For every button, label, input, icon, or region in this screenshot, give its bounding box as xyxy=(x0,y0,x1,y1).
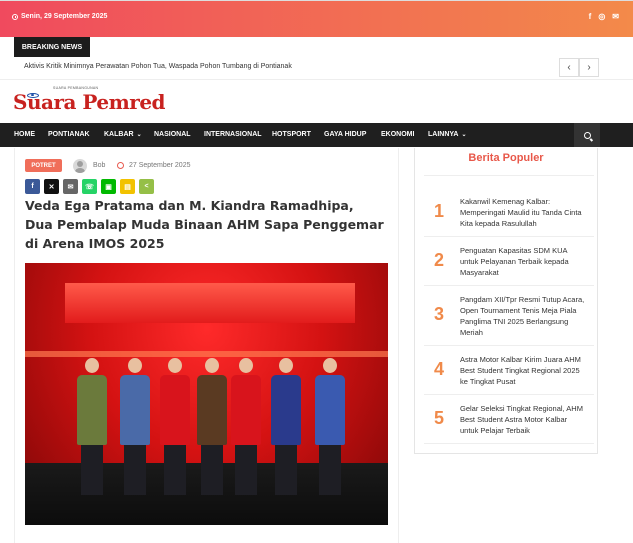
category-badge[interactable]: POTRET xyxy=(25,159,62,172)
clock-icon xyxy=(12,13,18,20)
x-share-icon[interactable]: ✕ xyxy=(44,179,59,194)
social-links: f ◎ ✉ xyxy=(589,12,619,22)
post-date: 27 September 2025 xyxy=(129,162,191,169)
logo-eye-icon xyxy=(27,93,39,98)
ticker-prev-button[interactable]: ‹ xyxy=(559,58,579,77)
breaking-news-headline[interactable]: Aktivis Kritik Minimnya Perawatan Pohon … xyxy=(24,63,292,70)
nav-gaya-hidup[interactable]: GAYA HIDUP xyxy=(324,123,366,147)
popular-item-rank: 3 xyxy=(434,304,445,324)
person-figure xyxy=(120,358,150,495)
person-figure xyxy=(197,358,227,495)
whatsapp-share-icon[interactable]: ☏ xyxy=(82,179,97,194)
clock-icon xyxy=(117,162,124,169)
person-figure xyxy=(77,358,107,495)
article-hero-image xyxy=(25,263,388,525)
nav-nasional[interactable]: NASIONAL xyxy=(154,123,191,147)
popular-item-title[interactable]: Pangdam XII/Tpr Resmi Tutup Acara, Open … xyxy=(460,294,585,338)
search-icon xyxy=(583,131,591,139)
popular-item[interactable]: 2 Penguatan Kapasitas SDM KUA untuk Pela… xyxy=(424,237,594,286)
author-avatar xyxy=(73,159,87,173)
mail-icon[interactable]: ✉ xyxy=(612,12,619,22)
more-share-icon[interactable]: < xyxy=(139,179,154,194)
stage-screen xyxy=(65,283,355,323)
popular-item[interactable]: 4 Astra Motor Kalbar Kirim Juara AHM Bes… xyxy=(424,346,594,395)
nav-home[interactable]: HOME xyxy=(14,123,35,147)
facebook-icon[interactable]: f xyxy=(589,12,592,22)
popular-item-rank: 2 xyxy=(434,250,445,270)
popular-item-rank: 4 xyxy=(434,359,445,379)
nav-internasional[interactable]: INTERNASIONAL xyxy=(204,123,262,147)
nav-pontianak[interactable]: PONTIANAK xyxy=(48,123,90,147)
site-logo[interactable]: SUARA PEMBANGUNAN Suara Pemred xyxy=(13,86,173,116)
author-name[interactable]: Bob xyxy=(93,162,105,169)
popular-item-title[interactable]: Kakanwil Kemenag Kalbar: Memperingati Ma… xyxy=(460,196,585,229)
widget-divider xyxy=(424,175,594,176)
sms-share-icon[interactable]: ▤ xyxy=(120,179,135,194)
popular-item[interactable]: 5 Gelar Seleksi Tingkat Regional, AHM Be… xyxy=(424,395,594,444)
person-figure xyxy=(271,358,301,495)
popular-item[interactable]: 3 Pangdam XII/Tpr Resmi Tutup Acara, Ope… xyxy=(424,286,594,346)
popular-item[interactable]: 1 Kakanwil Kemenag Kalbar: Memperingati … xyxy=(424,187,594,237)
popular-news-title: Berita Populer xyxy=(468,152,544,164)
stage-light xyxy=(25,351,388,357)
chevron-down-icon: ⌄ xyxy=(136,132,142,138)
popular-item-rank: 5 xyxy=(434,408,445,428)
chevron-down-icon: ⌄ xyxy=(461,132,467,138)
popular-item-title[interactable]: Astra Motor Kalbar Kirim Juara AHM Best … xyxy=(460,354,585,387)
share-buttons: f ✕ ✉ ☏ ▣ ▤ < xyxy=(25,179,154,194)
popular-item-rank: 1 xyxy=(434,201,445,221)
article-headline: Veda Ega Pratama dan M. Kiandra Ramadhip… xyxy=(25,198,384,251)
person-figure xyxy=(160,358,190,495)
popular-item-title[interactable]: Penguatan Kapasitas SDM KUA untuk Pelaya… xyxy=(460,245,585,278)
current-date: Senin, 29 September 2025 xyxy=(12,13,107,20)
email-share-icon[interactable]: ✉ xyxy=(63,179,78,194)
search-button[interactable] xyxy=(574,123,600,147)
ticker-next-button[interactable]: › xyxy=(579,58,599,77)
person-figure xyxy=(231,358,261,495)
nav-kalbar[interactable]: KALBAR ⌄ xyxy=(104,123,142,147)
facebook-share-icon[interactable]: f xyxy=(25,179,40,194)
breaking-news-label: BREAKING NEWS xyxy=(14,37,90,57)
header-divider xyxy=(0,79,633,80)
top-bar: Senin, 29 September 2025 f ◎ ✉ xyxy=(0,0,633,37)
current-date-text: Senin, 29 September 2025 xyxy=(21,13,108,20)
line-share-icon[interactable]: ▣ xyxy=(101,179,116,194)
popular-item-title[interactable]: Gelar Seleksi Tingkat Regional, AHM Best… xyxy=(460,403,585,436)
main-nav: HOME PONTIANAK KALBAR ⌄ NASIONAL INTERNAS… xyxy=(0,123,633,147)
nav-lainnya[interactable]: LAINNYA ⌄ xyxy=(428,123,467,147)
nav-hotsport[interactable]: HOTSPORT xyxy=(272,123,311,147)
nav-ekonomi[interactable]: EKONOMI xyxy=(381,123,414,147)
person-figure xyxy=(315,358,345,495)
instagram-icon[interactable]: ◎ xyxy=(598,12,605,22)
